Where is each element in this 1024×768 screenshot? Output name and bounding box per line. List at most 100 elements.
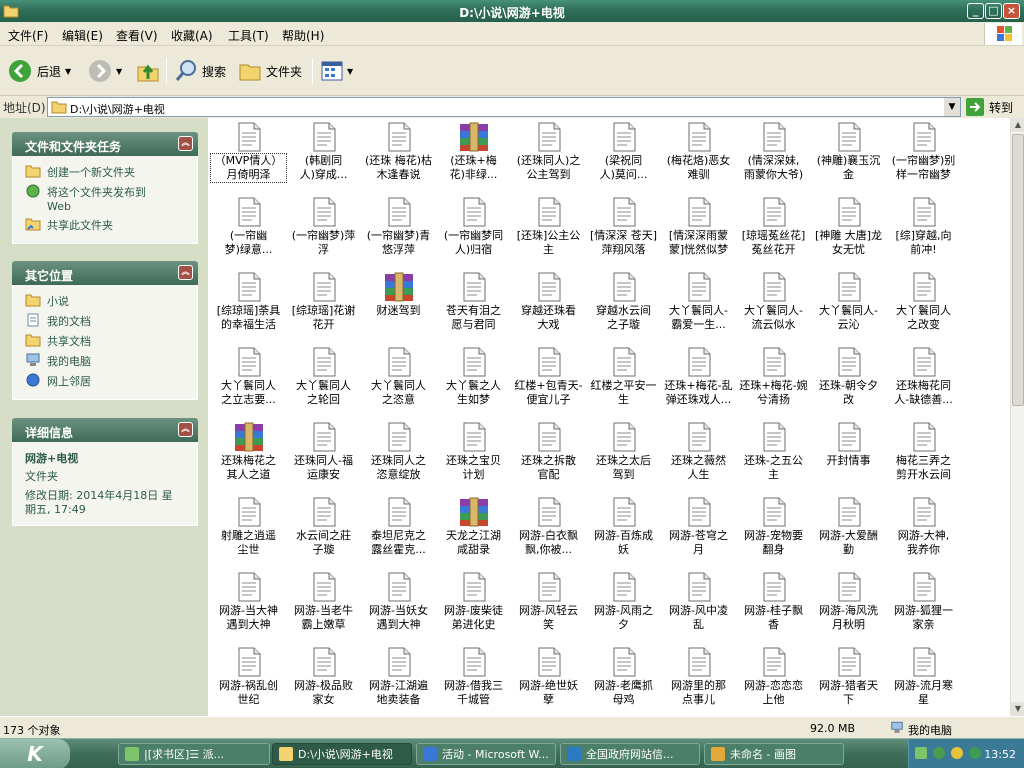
vertical-scrollbar[interactable]: ▲ ▼ — [1010, 118, 1024, 716]
file-item[interactable]: (还珠同人)之 公主驾到 — [511, 122, 586, 182]
file-item[interactable]: [情深深 苍天] 萍翔风落 — [586, 197, 661, 257]
menu-edit[interactable]: 编辑(E) — [62, 27, 103, 44]
file-item[interactable]: [综琼瑶]荼具 的幸福生活 — [211, 272, 286, 332]
file-item[interactable]: 网游-风轻云 笑 — [511, 572, 586, 632]
details-header[interactable]: 详细信息 ︽ — [12, 418, 198, 442]
other-places-header[interactable]: 其它位置 ︽ — [12, 261, 198, 285]
place-shared-documents[interactable]: 共享文档 — [25, 333, 197, 349]
file-item[interactable]: 财迷驾到 — [361, 272, 436, 332]
menu-help[interactable]: 帮助(H) — [282, 27, 324, 44]
file-item[interactable]: 网游-狐狸一 家亲 — [886, 572, 961, 632]
menu-view[interactable]: 查看(V) — [116, 27, 158, 44]
taskbar-item-browser[interactable]: |[求书区]☰ 派... — [118, 743, 270, 765]
file-tasks-header[interactable]: 文件和文件夹任务 ︽ — [12, 132, 198, 156]
file-item[interactable]: 还珠梅花同 人-缺德善... — [886, 347, 961, 407]
file-item[interactable]: [综]穿越,向 前冲! — [886, 197, 961, 257]
close-button[interactable]: × — [1003, 3, 1020, 19]
file-item[interactable]: 水云间之莊 子璇 — [286, 497, 361, 557]
maximize-button[interactable]: □ — [985, 3, 1002, 19]
file-item[interactable]: 网游-老鹰抓 母鸡 — [586, 647, 661, 707]
file-item[interactable]: 还珠+梅花-乱 弹还珠戏人... — [661, 347, 736, 407]
folders-button[interactable]: 文件夹 — [238, 56, 302, 86]
taskbar-item-explorer[interactable]: D:\小说\网游+电视 — [272, 743, 412, 765]
scroll-up-icon[interactable]: ▲ — [1011, 118, 1024, 132]
file-item[interactable]: 网游-极品败 家女 — [286, 647, 361, 707]
file-item[interactable]: 网游里的那 点事儿 — [661, 647, 736, 707]
file-item[interactable]: 网游-废柴徒 弟进化史 — [436, 572, 511, 632]
file-item[interactable]: [琼瑶菟丝花] 菟丝花开 — [736, 197, 811, 257]
tray-app-icon[interactable] — [915, 747, 927, 759]
tray-network-icon[interactable] — [933, 747, 945, 759]
file-item[interactable]: (一帘幽梦)别 样一帘幽梦 — [886, 122, 961, 182]
file-item[interactable]: 网游-当老牛 霸上嫩草 — [286, 572, 361, 632]
file-item[interactable]: 网游-桂子飘 香 — [736, 572, 811, 632]
file-item[interactable]: (还珠 梅花)枯 木逢春说 — [361, 122, 436, 182]
place-my-computer[interactable]: 我的电脑 — [25, 353, 197, 369]
file-item[interactable]: 红楼+包青天- 便宜儿子 — [511, 347, 586, 407]
file-item[interactable]: 穿越还珠看 大戏 — [511, 272, 586, 332]
file-item[interactable]: 网游-苍穹之 月 — [661, 497, 736, 557]
file-item[interactable]: 网游-白衣飘 飘,你被... — [511, 497, 586, 557]
start-button[interactable]: K — [0, 739, 70, 768]
file-item[interactable]: (神雕)襄玉沉 金 — [811, 122, 886, 182]
go-button[interactable]: 转到 — [966, 97, 1022, 117]
file-item[interactable]: 还珠之拆散 官配 — [511, 422, 586, 482]
menu-favorites[interactable]: 收藏(A) — [171, 27, 213, 44]
collapse-icon[interactable]: ︽ — [178, 422, 193, 437]
file-item[interactable]: 大丫鬟同人- 云沁 — [811, 272, 886, 332]
file-item[interactable]: 网游-大爱酬 勤 — [811, 497, 886, 557]
taskbar-item-word[interactable]: 活动 - Microsoft W... — [416, 743, 556, 765]
file-item[interactable]: (一帘幽 梦)绿意... — [211, 197, 286, 257]
tray-shield-icon[interactable] — [951, 747, 963, 759]
file-item[interactable]: 大丫鬟同人 之恣意 — [361, 347, 436, 407]
taskbar-item-paint[interactable]: 未命名 - 画图 — [704, 743, 844, 765]
back-button[interactable]: 后退 ▼ — [8, 56, 71, 86]
file-item[interactable]: 网游-大神, 我养你 — [886, 497, 961, 557]
file-item[interactable]: 网游-海风洗 月秋明 — [811, 572, 886, 632]
file-item[interactable]: 还珠+梅花-婉 兮清扬 — [736, 347, 811, 407]
file-item[interactable]: 网游-绝世妖 孽 — [511, 647, 586, 707]
file-item[interactable]: 网游-当妖女 遇到大神 — [361, 572, 436, 632]
file-item[interactable]: 苍天有泪之 愿与君同 — [436, 272, 511, 332]
publish-web-link[interactable]: 将这个文件夹发布到 Web — [25, 184, 197, 213]
file-item[interactable]: 网游-风雨之 夕 — [586, 572, 661, 632]
scroll-thumb[interactable] — [1012, 134, 1024, 406]
file-item[interactable]: 还珠之薇然 人生 — [661, 422, 736, 482]
place-my-documents[interactable]: 我的文档 — [25, 313, 197, 329]
file-item[interactable]: 网游-当大神 遇到大神 — [211, 572, 286, 632]
file-item[interactable]: 大丫鬟同人- 霸爱一生... — [661, 272, 736, 332]
file-item[interactable]: 大丫鬟同人 之改变 — [886, 272, 961, 332]
file-item[interactable]: 天龙之江湖 咸甜录 — [436, 497, 511, 557]
file-view[interactable]: （MVP情人） 月倚明泽 (韩剧同 人)穿成... (还珠 梅花)枯 木逢春说 (还珠… — [208, 118, 1010, 716]
chevron-down-icon[interactable]: ▼ — [116, 67, 122, 76]
file-item[interactable]: (情深深妹, 雨蒙你大爷) — [736, 122, 811, 182]
file-item[interactable]: 大丫鬟同人 之轮回 — [286, 347, 361, 407]
file-item[interactable]: 还珠之太后 驾到 — [586, 422, 661, 482]
file-item[interactable]: 还珠同人-福 运康安 — [286, 422, 361, 482]
file-item[interactable]: 穿越水云间 之子璇 — [586, 272, 661, 332]
file-item[interactable]: 还珠之宝贝 计划 — [436, 422, 511, 482]
collapse-icon[interactable]: ︽ — [178, 136, 193, 151]
address-input[interactable]: D:\小说\网游+电视 ▼ — [47, 97, 961, 117]
tray-security-icon[interactable] — [969, 747, 981, 759]
file-item[interactable]: （MVP情人） 月倚明泽 — [210, 122, 287, 183]
file-item[interactable]: 还珠梅花之 其人之道 — [211, 422, 286, 482]
file-item[interactable]: 大丫鬟同人- 流云似水 — [736, 272, 811, 332]
menu-file[interactable]: 文件(F) — [8, 27, 48, 44]
file-item[interactable]: 梅花三弄之 剪开水云间 — [886, 422, 961, 482]
file-item[interactable]: (韩剧同 人)穿成... — [286, 122, 361, 182]
file-item[interactable]: 网游-流月寒 星 — [886, 647, 961, 707]
file-item[interactable]: [情深深雨蒙 蒙]恍然似梦 — [661, 197, 736, 257]
forward-button[interactable]: ▼ — [88, 56, 122, 86]
share-folder-link[interactable]: 共享此文件夹 — [25, 217, 197, 233]
place-network[interactable]: 网上邻居 — [25, 373, 197, 389]
file-item[interactable]: 还珠-之五公 主 — [736, 422, 811, 482]
chevron-down-icon[interactable]: ▼ — [347, 67, 353, 76]
file-item[interactable]: (还珠+梅 花)非绿... — [436, 122, 511, 182]
file-item[interactable]: (一帘幽梦)青 悠浮萍 — [361, 197, 436, 257]
file-item[interactable]: 大丫鬟之人 生如梦 — [436, 347, 511, 407]
title-bar[interactable]: D:\小说\网游+电视 _ □ × — [0, 0, 1024, 22]
file-item[interactable]: [还珠]公主公 主 — [511, 197, 586, 257]
file-item[interactable]: 网游-恋恋恋 上他 — [736, 647, 811, 707]
taskbar-item-website[interactable]: 全国政府网站信... — [560, 743, 700, 765]
